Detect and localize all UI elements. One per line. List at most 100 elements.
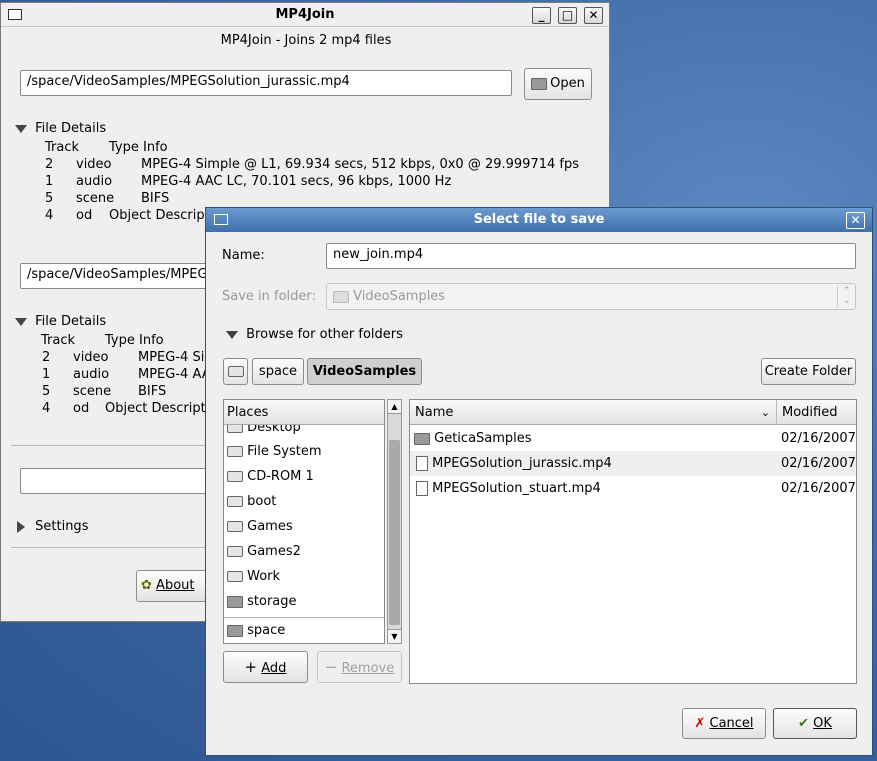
track-type: od	[76, 208, 93, 223]
sort-chevron-down-icon: ⌄	[760, 406, 770, 419]
folder-icon	[333, 290, 349, 303]
track-number: 1	[45, 174, 54, 189]
places-scrollbar[interactable]: ▲ ▼	[387, 399, 402, 644]
output-path-input[interactable]	[20, 468, 220, 494]
path-root-button[interactable]	[223, 358, 248, 385]
file-details-label: File Details	[35, 314, 107, 329]
col-track-header: Track	[45, 140, 80, 155]
folder-open-icon	[531, 77, 548, 90]
save-in-folder-label: Save in folder:	[222, 289, 316, 304]
video-file-icon	[416, 481, 428, 496]
file-name: MPEGSolution_stuart.mp4	[432, 481, 601, 496]
add-bookmark-button[interactable]: + Add	[223, 651, 308, 683]
file-details-expander-1[interactable]: File Details	[15, 121, 106, 136]
place-label: Work	[247, 569, 281, 584]
file-details-expander-2[interactable]: File Details	[15, 314, 106, 329]
places-separator	[224, 617, 384, 618]
track-type: audio	[76, 174, 113, 189]
track-type: od	[73, 401, 90, 416]
place-item-cdrom[interactable]: CD-ROM 1	[227, 467, 314, 487]
place-item-storage[interactable]: storage	[227, 592, 297, 612]
track-type: scene	[73, 384, 112, 399]
track-number: 5	[45, 191, 54, 206]
dialog-titlebar[interactable]: Select file to save ✕	[206, 208, 872, 232]
track-type: video	[73, 350, 109, 365]
maximize-button[interactable]: □	[558, 7, 577, 24]
filename-input[interactable]: new_join.mp4	[326, 243, 856, 269]
main-title: MP4Join	[275, 7, 335, 22]
place-item-space[interactable]: space	[227, 621, 285, 641]
path-button-space[interactable]: space	[252, 358, 304, 385]
track-type: scene	[76, 191, 115, 206]
track-number: 4	[45, 208, 54, 223]
track-info: BIFS	[138, 384, 167, 399]
track-number: 5	[42, 384, 51, 399]
combo-arrows-icon: ⌃ ⌄	[837, 286, 855, 307]
place-label: Games	[247, 519, 293, 534]
file-modified: 02/16/2007	[781, 431, 856, 446]
track-type: video	[76, 157, 112, 172]
place-item-games2[interactable]: Games2	[227, 542, 301, 562]
track-type: audio	[73, 367, 110, 382]
track-number: 2	[45, 157, 54, 172]
expander-arrow-icon	[15, 124, 27, 133]
col-modified-label: Modified	[782, 405, 838, 420]
track-info: MPEG-4 Simple @ L1, 69.934 secs, 512 kbp…	[141, 157, 579, 172]
scroll-down-icon[interactable]: ▼	[388, 629, 401, 643]
settings-expander[interactable]: Settings	[17, 519, 88, 534]
file-row[interactable]: MPEGSolution_jurassic.mp4 02/16/2007	[410, 451, 856, 476]
folder-icon	[227, 624, 243, 637]
file-modified: 02/16/2007	[781, 481, 856, 496]
dialog-close-button[interactable]: ✕	[846, 212, 865, 229]
path-button-videosamples[interactable]: VideoSamples	[307, 358, 422, 385]
create-folder-button[interactable]: Create Folder	[761, 358, 856, 385]
track-number: 4	[42, 401, 51, 416]
track-info: MPEG-4 AAC LC, 70.101 secs, 96 kbps, 100…	[141, 174, 452, 189]
place-item-work[interactable]: Work	[227, 567, 280, 587]
scroll-up-icon[interactable]: ▲	[388, 400, 401, 414]
file1-path-input[interactable]: /space/VideoSamples/MPEGSolution_jurassi…	[20, 70, 512, 96]
scroll-thumb[interactable]	[389, 440, 400, 625]
drive-icon	[227, 446, 243, 457]
place-label: File System	[247, 444, 322, 459]
window-menu-icon[interactable]	[8, 9, 22, 20]
track-info: BIFS	[141, 191, 170, 206]
window-menu-icon[interactable]	[214, 214, 228, 225]
drive-icon	[227, 366, 244, 377]
file-row[interactable]: MPEGSolution_stuart.mp4 02/16/2007	[410, 476, 856, 501]
cancel-label: Cancel	[709, 716, 754, 731]
place-item-file-system[interactable]: File System	[227, 442, 322, 462]
file2-path-input[interactable]: /space/VideoSamples/MPEGS	[20, 263, 220, 289]
add-label: Add	[261, 661, 287, 676]
file-details-label: File Details	[35, 121, 107, 136]
expander-arrow-icon	[15, 317, 27, 326]
close-button[interactable]: ✕	[584, 7, 603, 24]
cancel-button[interactable]: ✗ Cancel	[682, 708, 766, 739]
place-item-games[interactable]: Games	[227, 517, 293, 537]
file-row[interactable]: GeticaSamples 02/16/2007	[410, 426, 856, 451]
col-name-header[interactable]: Name ⌄	[410, 400, 777, 425]
video-file-icon	[416, 456, 428, 471]
col-modified-header[interactable]: Modified	[777, 400, 856, 425]
settings-label: Settings	[35, 519, 89, 534]
ok-button[interactable]: ✔ OK	[773, 708, 857, 739]
folder-icon	[227, 595, 243, 608]
separator	[11, 547, 211, 548]
open-label: Open	[550, 76, 585, 91]
about-button[interactable]: ✿ About	[136, 570, 216, 602]
name-label: Name:	[222, 248, 265, 263]
place-item-boot[interactable]: boot	[227, 492, 276, 512]
browse-folders-expander[interactable]: Browse for other folders	[226, 327, 403, 342]
drive-icon	[227, 546, 243, 557]
open-button[interactable]: Open	[524, 68, 592, 100]
track-number: 1	[42, 367, 51, 382]
track-info: MPEG-4 AA	[138, 367, 211, 382]
file-list: Name ⌄ Modified GeticaSamples 02/16/2007…	[409, 399, 857, 684]
minimize-button[interactable]: _	[532, 7, 551, 24]
path-button-label: space	[258, 364, 298, 379]
about-icon: ✿	[141, 578, 152, 593]
main-titlebar[interactable]: MP4Join _ □ ✕	[1, 3, 609, 27]
dialog-title: Select file to save	[473, 212, 605, 227]
file-modified: 02/16/2007	[781, 456, 856, 471]
save-dialog: Select file to save ✕ Name: new_join.mp4…	[205, 207, 873, 756]
